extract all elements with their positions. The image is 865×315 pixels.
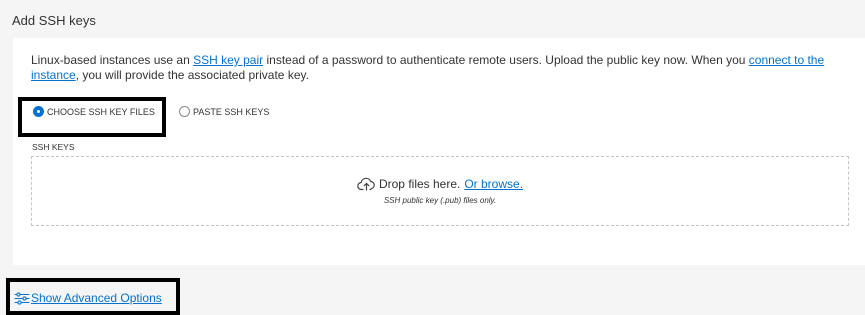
section-title: Add SSH keys xyxy=(12,13,96,28)
ssh-description: Linux-based instances use an SSH key pai… xyxy=(31,53,853,82)
desc-text-3: , you will provide the associated privat… xyxy=(75,67,309,82)
show-advanced-options-link[interactable]: Show Advanced Options xyxy=(14,291,162,305)
ssh-keys-label: SSH KEYS xyxy=(32,142,75,152)
browse-link[interactable]: Or browse. xyxy=(464,177,523,191)
desc-text-1: Linux-based instances use an xyxy=(31,53,194,67)
sliders-icon xyxy=(14,291,30,305)
paste-ssh-keys-option[interactable]: PASTE SSH KEYS xyxy=(179,106,269,117)
drop-files-text: Drop files here. xyxy=(378,177,461,191)
paste-keys-label: PASTE SSH KEYS xyxy=(193,106,270,117)
dropzone-prompt: Drop files here. Or browse. xyxy=(32,177,848,191)
radio-unselected-icon[interactable] xyxy=(179,106,190,117)
desc-text-2: instead of a password to authenticate re… xyxy=(263,53,749,67)
show-advanced-options-label: Show Advanced Options xyxy=(31,291,162,305)
ssh-keys-dropzone[interactable]: Drop files here. Or browse. SSH public k… xyxy=(31,156,849,226)
cloud-upload-icon xyxy=(357,177,376,191)
ssh-keys-panel: Linux-based instances use an SSH key pai… xyxy=(13,38,865,265)
ssh-key-pair-link[interactable]: SSH key pair xyxy=(193,53,263,67)
dropzone-hint: SSH public key (.pub) files only. xyxy=(383,196,497,205)
radio-highlight-box xyxy=(18,97,166,137)
